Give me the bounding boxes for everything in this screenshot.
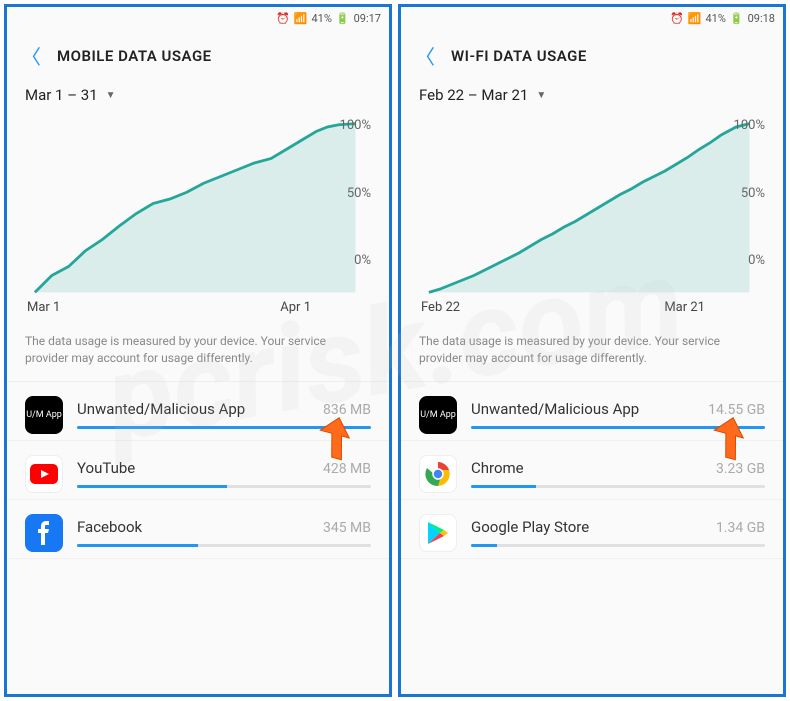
x-axis-labels: Feb 22 Mar 21: [419, 298, 765, 315]
page-title: WI-FI DATA USAGE: [451, 47, 587, 65]
disclaimer-text: The data usage is measured by your devic…: [401, 319, 783, 382]
signal-icon: 📶: [294, 12, 308, 25]
alarm-icon: ⏰: [276, 12, 290, 25]
clock-time: 09:18: [748, 12, 775, 25]
app-list: U/M App Unwanted/Malicious App 836 MB Yo…: [7, 382, 389, 559]
app-icon-um: U/M App: [25, 396, 63, 434]
app-name: Chrome: [471, 459, 524, 477]
app-usage: 3.23 GB: [716, 461, 765, 477]
back-button[interactable]: 〈: [21, 41, 41, 70]
app-name: Google Play Store: [471, 518, 589, 536]
chart-svg: [419, 118, 765, 298]
date-range-label: Feb 22 – Mar 21: [419, 86, 528, 104]
date-range-selector[interactable]: Mar 1 – 31 ▼: [7, 78, 389, 108]
header: 〈 MOBILE DATA USAGE: [7, 29, 389, 78]
mobile-data-screen: ⏰ 📶 41% 🔋 09:17 〈 MOBILE DATA USAGE Mar …: [4, 4, 392, 697]
wifi-data-screen: ⏰ 📶 41% 🔋 09:18 〈 WI-FI DATA USAGE Feb 2…: [398, 4, 786, 697]
status-bar: ⏰ 📶 41% 🔋 09:17: [7, 7, 389, 29]
usage-chart: 100% 50% 0% Feb 22 Mar 21: [401, 108, 783, 319]
clock-time: 09:17: [354, 12, 381, 25]
app-name: Facebook: [77, 518, 142, 536]
app-name: Unwanted/Malicious App: [471, 400, 639, 418]
chevron-down-icon: ▼: [106, 90, 116, 101]
app-name: Unwanted/Malicious App: [77, 400, 245, 418]
pointer-arrow-icon: [703, 412, 753, 462]
progress-bar: [77, 485, 371, 488]
app-row-facebook[interactable]: Facebook 345 MB: [7, 500, 389, 559]
page-title: MOBILE DATA USAGE: [57, 47, 212, 65]
progress-bar: [471, 544, 765, 547]
app-row-malicious[interactable]: U/M App Unwanted/Malicious App 14.55 GB: [401, 382, 783, 441]
date-range-selector[interactable]: Feb 22 – Mar 21 ▼: [401, 78, 783, 108]
date-range-label: Mar 1 – 31: [25, 86, 98, 104]
x-axis-labels: Mar 1 Apr 1: [25, 298, 371, 315]
chevron-down-icon: ▼: [536, 90, 546, 101]
app-usage: 345 MB: [323, 520, 371, 536]
header: 〈 WI-FI DATA USAGE: [401, 29, 783, 78]
chrome-icon: [419, 455, 457, 493]
progress-bar: [77, 544, 371, 547]
status-bar: ⏰ 📶 41% 🔋 09:18: [401, 7, 783, 29]
usage-chart: 100% 50% 0% Mar 1 Apr 1: [7, 108, 389, 319]
facebook-icon: [25, 514, 63, 552]
disclaimer-text: The data usage is measured by your devic…: [7, 319, 389, 382]
app-usage: 1.34 GB: [716, 520, 765, 536]
signal-icon: 📶: [688, 12, 702, 25]
y-axis-labels: 100% 50% 0%: [340, 118, 371, 268]
play-store-icon: [419, 514, 457, 552]
y-axis-labels: 100% 50% 0%: [734, 118, 765, 268]
app-icon-um: U/M App: [419, 396, 457, 434]
alarm-icon: ⏰: [670, 12, 684, 25]
chart-svg: [25, 118, 371, 298]
app-row-malicious[interactable]: U/M App Unwanted/Malicious App 836 MB: [7, 382, 389, 441]
app-usage: 428 MB: [323, 461, 371, 477]
youtube-icon: [25, 455, 63, 493]
app-row-playstore[interactable]: Google Play Store 1.34 GB: [401, 500, 783, 559]
app-list: U/M App Unwanted/Malicious App 14.55 GB …: [401, 382, 783, 559]
app-name: YouTube: [77, 459, 135, 477]
battery-percent: 41%: [705, 12, 725, 25]
progress-bar: [471, 485, 765, 488]
pointer-arrow-icon: [309, 412, 359, 462]
battery-icon: 🔋: [336, 12, 350, 25]
battery-icon: 🔋: [730, 12, 744, 25]
back-button[interactable]: 〈: [415, 41, 435, 70]
battery-percent: 41%: [311, 12, 331, 25]
